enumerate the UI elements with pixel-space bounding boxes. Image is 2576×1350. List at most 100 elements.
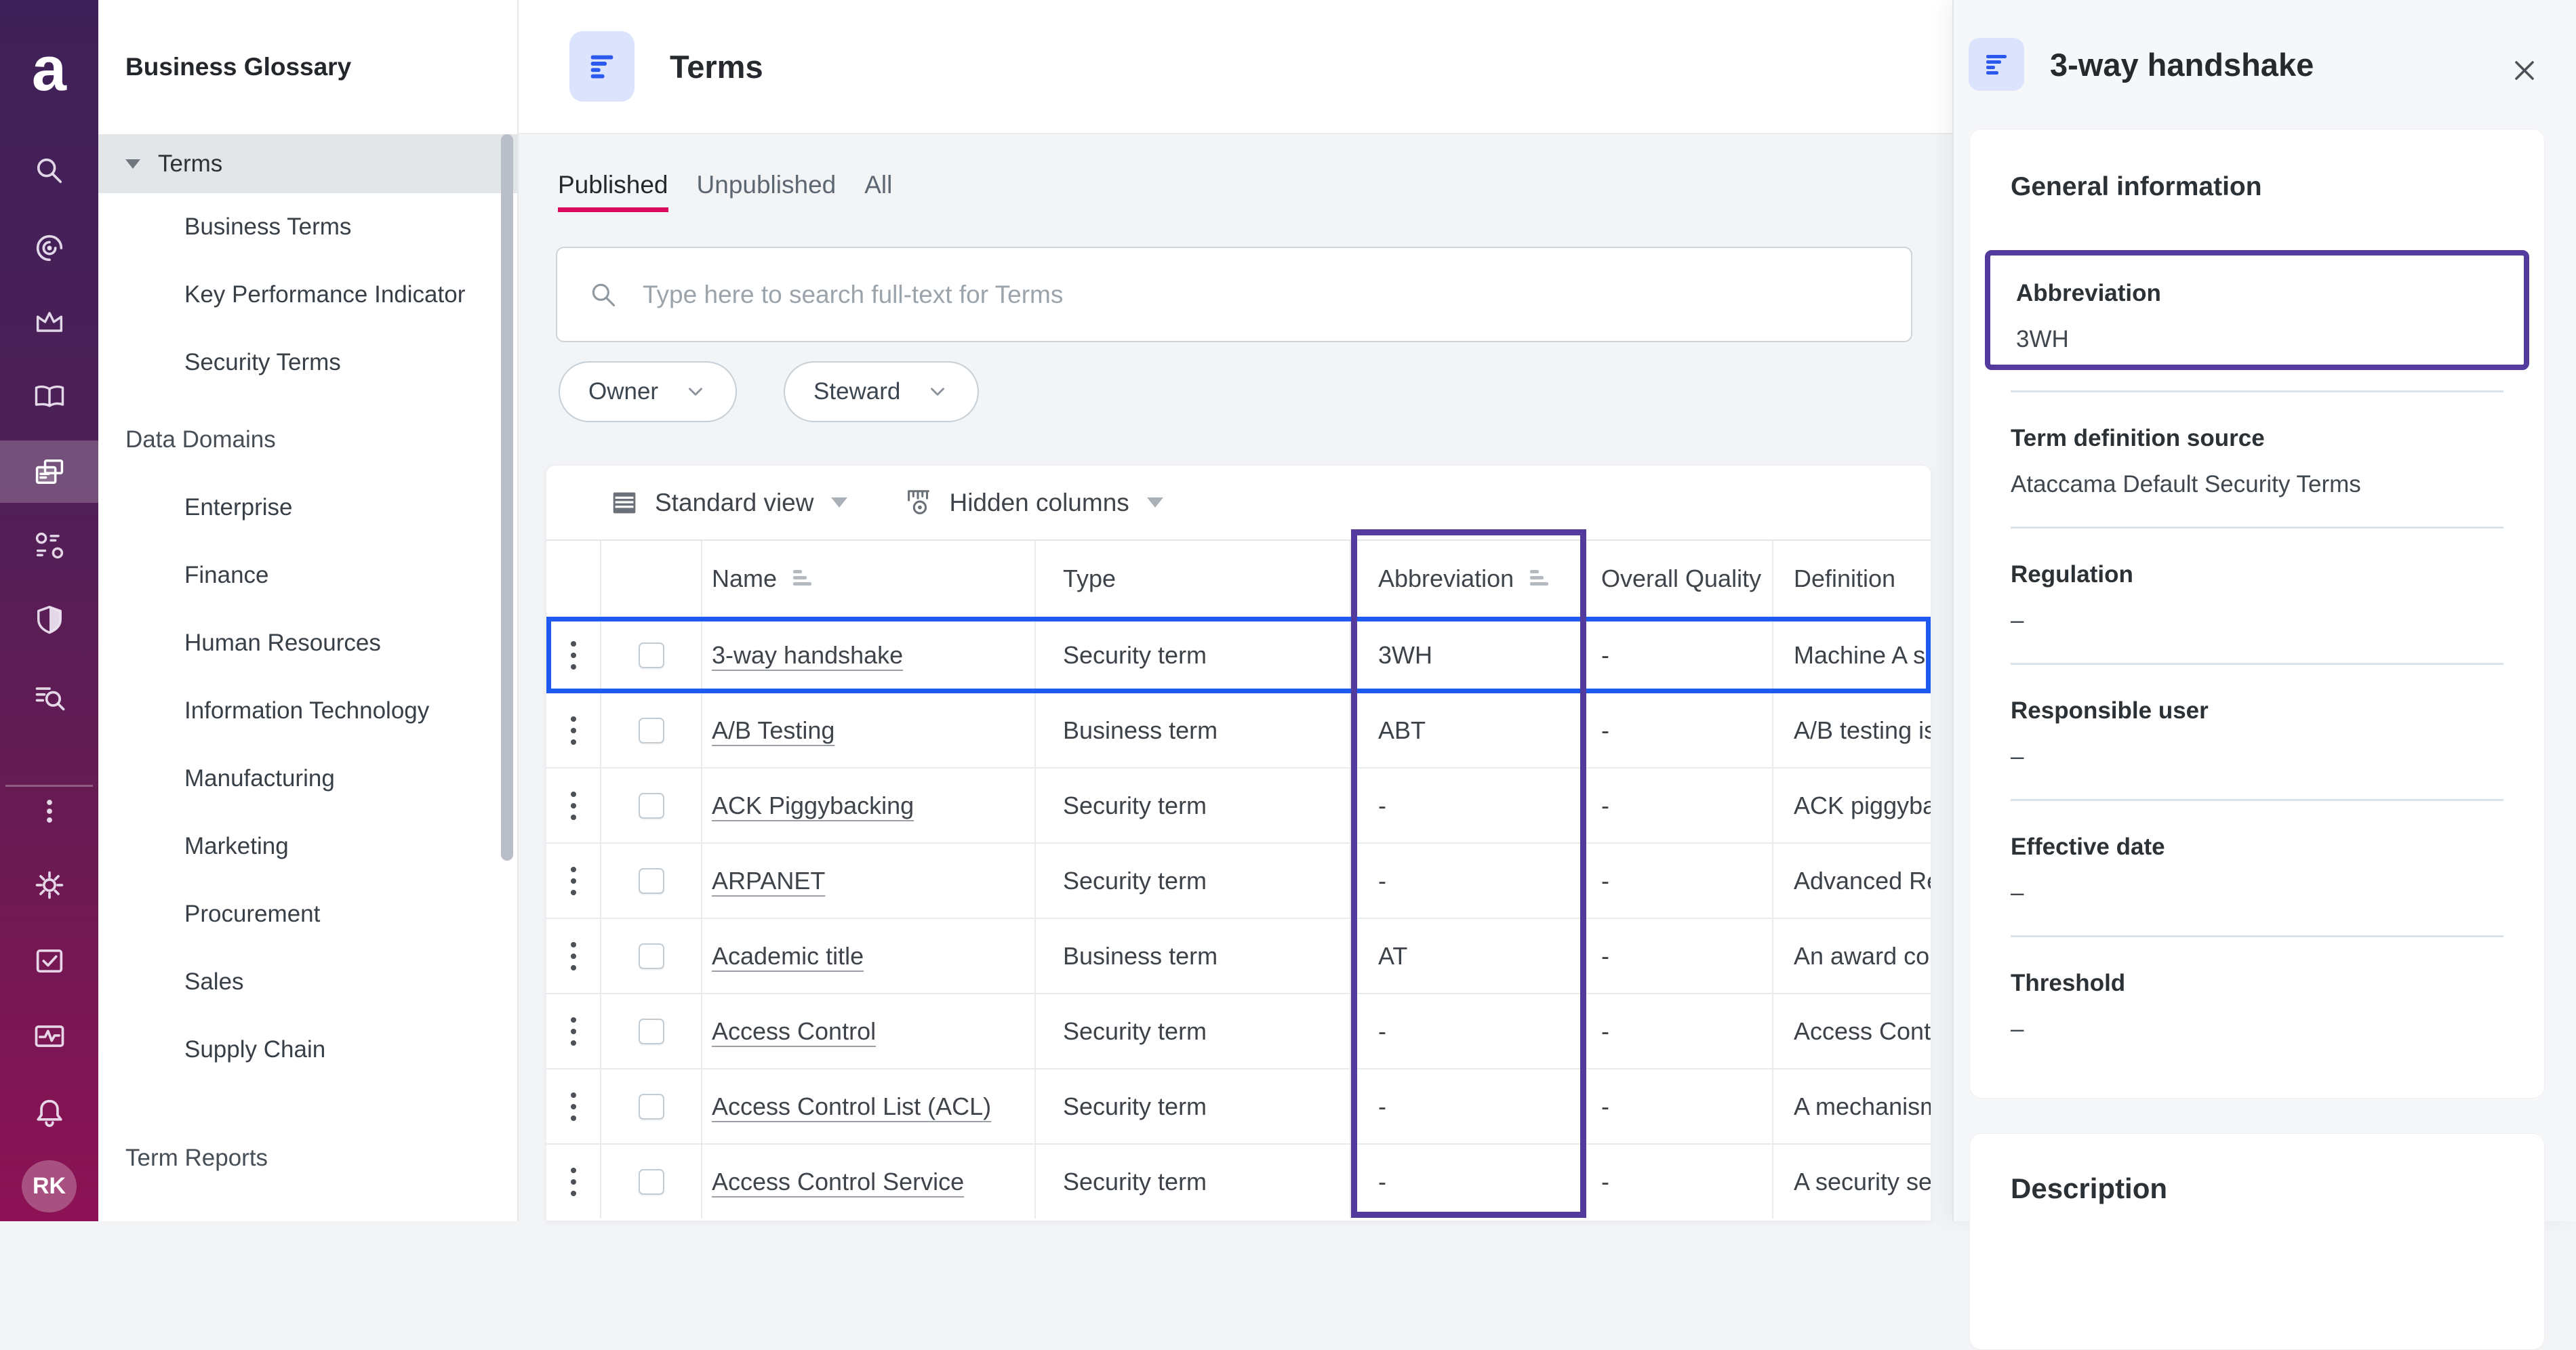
avatar[interactable]: RK (22, 1160, 77, 1212)
search-bar[interactable] (556, 247, 1912, 342)
row-select-cell (601, 693, 702, 767)
column-header-type[interactable]: Type (1036, 541, 1351, 617)
owner-filter-dropdown[interactable]: Owner (559, 361, 738, 422)
column-header-name[interactable]: Name (702, 541, 1036, 617)
knowledge-catalog-icon[interactable] (0, 365, 98, 427)
sidebar-item-enterprise[interactable]: Enterprise (98, 474, 517, 541)
ataccama-logo: a (31, 35, 67, 104)
more-kebab-icon[interactable] (0, 780, 98, 842)
sidebar-item-sales[interactable]: Sales (98, 948, 517, 1016)
main-content: Terms Published Unpublished All Owner Stew… (519, 0, 1952, 1221)
row-abbreviation-cell: 3WH (1351, 618, 1586, 692)
term-list-icon (1969, 38, 2024, 91)
row-checkbox[interactable] (638, 1018, 664, 1044)
row-type-cell: Security term (1036, 769, 1351, 842)
hidden-columns-selector[interactable]: Hidden columns (903, 487, 1163, 518)
row-kebab-icon[interactable] (567, 863, 580, 899)
row-select-cell (601, 844, 702, 918)
row-checkbox[interactable] (638, 717, 664, 743)
row-name-cell: A/B Testing (702, 693, 1036, 767)
sidebar-item-procurement[interactable]: Procurement (98, 880, 517, 948)
business-glossary-icon[interactable] (0, 441, 98, 503)
row-kebab-icon[interactable] (567, 938, 580, 975)
row-kebab-icon[interactable] (567, 637, 580, 674)
term-link[interactable]: 3-way handshake (712, 641, 903, 670)
row-checkbox[interactable] (638, 792, 664, 819)
row-kebab-icon[interactable] (567, 1164, 580, 1200)
section-heading: General information (2011, 172, 2262, 201)
tab-all[interactable]: All (864, 171, 892, 212)
main-header: Terms (519, 0, 1952, 134)
row-kebab-icon[interactable] (567, 1013, 580, 1050)
term-link[interactable]: ACK Piggybacking (712, 792, 914, 820)
header-cell-actions (546, 541, 601, 617)
row-quality-cell: - (1586, 769, 1773, 842)
row-checkbox[interactable] (638, 1093, 664, 1120)
table-row: ARPANET Security term - - Advanced Re (546, 842, 1931, 918)
sidebar-item-supply-chain[interactable]: Supply Chain (98, 1016, 517, 1084)
row-quality-cell: - (1586, 693, 1773, 767)
term-link[interactable]: Academic title (712, 942, 864, 970)
row-checkbox[interactable] (638, 642, 664, 668)
column-header-abbreviation[interactable]: Abbreviation (1351, 541, 1586, 617)
row-actions-cell (546, 994, 601, 1068)
sidebar-item-information-technology[interactable]: Information Technology (98, 677, 517, 745)
tab-unpublished[interactable]: Unpublished (697, 171, 837, 212)
close-icon[interactable] (2508, 54, 2541, 87)
row-checkbox[interactable] (638, 867, 664, 894)
row-select-cell (601, 919, 702, 993)
sidebar-item-key-performance-indicator[interactable]: Key Performance Indicator (98, 261, 517, 329)
term-link[interactable]: Access Control (712, 1017, 876, 1046)
sidebar-item-human-resources[interactable]: Human Resources (98, 609, 517, 677)
row-type-cell: Business term (1036, 693, 1351, 767)
tasks-check-icon[interactable] (0, 930, 98, 992)
table-row: Access Control List (ACL) Security term - -… (546, 1068, 1931, 1143)
term-link[interactable]: Access Control List (ACL) (712, 1092, 991, 1121)
sidebar-item-marketing[interactable]: Marketing (98, 813, 517, 880)
sidebar-item-terms[interactable]: Terms (98, 134, 517, 193)
shield-icon[interactable] (0, 588, 98, 651)
sidebar-item-manufacturing[interactable]: Manufacturing (98, 745, 517, 813)
field-value: – (2011, 1016, 2024, 1042)
sidebar-item-term-reports[interactable]: Term Reports (98, 1124, 517, 1192)
row-quality-cell: - (1586, 844, 1773, 918)
term-link[interactable]: Access Control Service (712, 1168, 964, 1196)
term-link[interactable]: ARPANET (712, 867, 825, 895)
row-abbreviation-cell: - (1351, 769, 1586, 842)
crown-icon[interactable] (0, 291, 98, 353)
steward-filter-dropdown[interactable]: Steward (784, 361, 980, 422)
row-actions-cell (546, 618, 601, 692)
notifications-bell-icon[interactable] (0, 1081, 98, 1143)
sidebar-item-finance[interactable]: Finance (98, 541, 517, 609)
row-select-cell (601, 994, 702, 1068)
column-header-label: Type (1063, 565, 1116, 592)
sidebar-scrollbar[interactable] (501, 134, 513, 861)
monitoring-pulse-icon[interactable] (0, 1005, 98, 1067)
sidebar-item-security-terms[interactable]: Security Terms (98, 329, 517, 396)
settings-gear-icon[interactable] (0, 854, 98, 916)
row-definition-cell: Advanced Re (1794, 866, 1931, 895)
column-header-overall-quality[interactable]: Overall Quality (1586, 541, 1773, 617)
search-input[interactable] (641, 279, 1861, 310)
org-structure-icon[interactable] (0, 514, 98, 577)
row-kebab-icon[interactable] (567, 712, 580, 749)
field-value: – (2011, 743, 2024, 770)
row-type-cell: Security term (1036, 994, 1351, 1068)
view-selector[interactable]: Standard view (609, 487, 848, 518)
row-kebab-icon[interactable] (567, 788, 580, 824)
row-actions-cell (546, 1145, 601, 1219)
column-header-definition[interactable]: Definition (1773, 541, 1931, 617)
data-discovery-icon[interactable] (0, 217, 98, 279)
tab-published[interactable]: Published (558, 171, 668, 212)
row-type-cell: Security term (1036, 618, 1351, 692)
sidebar-item-data-domains[interactable]: Data Domains (98, 406, 517, 474)
row-checkbox[interactable] (638, 1168, 664, 1195)
row-checkbox[interactable] (638, 943, 664, 969)
data-quality-icon[interactable] (0, 666, 98, 728)
search-icon[interactable] (0, 140, 98, 202)
sidebar-item-label: Finance (184, 562, 269, 588)
row-kebab-icon[interactable] (567, 1088, 580, 1125)
sidebar-item-business-terms[interactable]: Business Terms (98, 193, 517, 261)
term-link[interactable]: A/B Testing (712, 716, 834, 745)
sidebar-item-label: Terms (158, 150, 223, 177)
